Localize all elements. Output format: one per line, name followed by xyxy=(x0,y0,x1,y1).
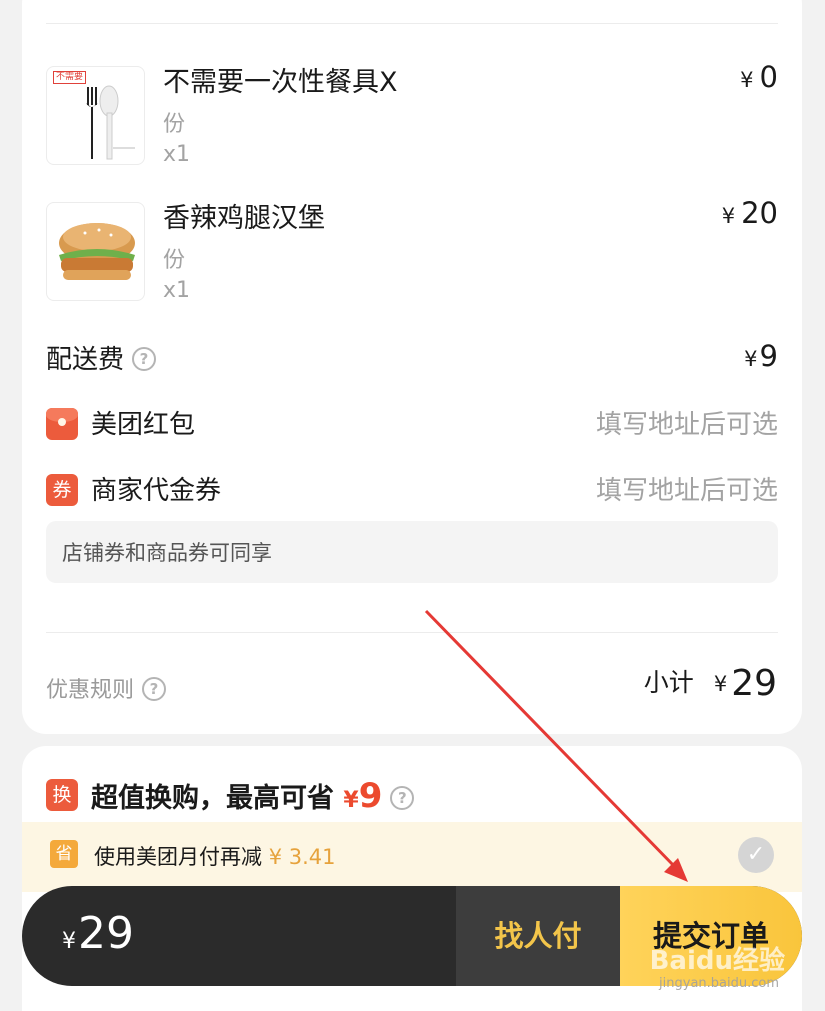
coupon-share-note: 店铺券和商品券可同享 xyxy=(46,521,778,583)
trade-up-title: 超值换购，最高可省 ¥9? xyxy=(91,776,415,816)
discount-rules-link[interactable]: 优惠规则? xyxy=(46,672,167,704)
red-packet-status: 填写地址后可选 xyxy=(595,410,778,440)
monthly-pay-option[interactable]: 省 使用美团月付再减 ¥ 3.41 ✓ xyxy=(22,822,802,892)
trade-up-icon: 换 xyxy=(46,779,78,811)
delivery-fee-row: 配送费? ¥9 xyxy=(46,339,778,379)
item-quantity: x1 xyxy=(163,142,191,167)
find-payer-button[interactable]: 找人付 xyxy=(456,886,620,986)
voucher-status: 填写地址后可选 xyxy=(595,476,778,506)
divider xyxy=(46,23,778,24)
voucher-icon: 券 xyxy=(46,474,78,506)
item-name: 香辣鸡腿汉堡 xyxy=(163,203,325,234)
item-quantity: x1 xyxy=(163,278,191,303)
check-icon[interactable]: ✓ xyxy=(738,837,774,873)
list-item[interactable]: 香辣鸡腿汉堡 份 x1 ¥20 xyxy=(46,196,778,303)
item-unit: 份 xyxy=(163,112,186,137)
voucher-label: 商家代金券 xyxy=(91,476,222,506)
item-unit: 份 xyxy=(163,248,186,273)
delivery-fee-value: ¥9 xyxy=(744,339,778,373)
red-packet-row[interactable]: 美团红包 填写地址后可选 xyxy=(46,404,778,444)
item-name: 不需要一次性餐具X xyxy=(163,67,398,98)
cutlery-thumbnail: 不需要 xyxy=(46,66,145,165)
burger-thumbnail xyxy=(46,202,145,301)
delivery-fee-label: 配送费? xyxy=(46,339,157,376)
monthly-pay-text: 使用美团月付再减 ¥ 3.41 xyxy=(94,845,336,869)
subtotal-label: 小计 xyxy=(643,668,694,697)
item-price: ¥0 xyxy=(740,60,778,94)
order-total: ¥29 xyxy=(62,908,134,959)
burger-icon xyxy=(59,223,135,280)
help-icon[interactable]: ? xyxy=(390,785,415,810)
help-icon: ? xyxy=(142,677,167,701)
watermark-url: jingyan.baidu.com xyxy=(659,976,779,991)
red-packet-label: 美团红包 xyxy=(91,410,196,440)
list-item[interactable]: 不需要 不需要一次性餐具X 份 x1 ¥0 xyxy=(46,60,778,167)
no-cutlery-tag: 不需要 xyxy=(53,71,87,84)
watermark-logo: Baidu经验 xyxy=(649,946,785,976)
coupon-share-text: 店铺券和商品券可同享 xyxy=(62,541,272,565)
subtotal: 小计 ¥29 xyxy=(643,663,777,704)
red-packet-icon xyxy=(46,408,78,440)
trade-up-header[interactable]: 换 超值换购，最高可省 ¥9? xyxy=(46,776,766,816)
voucher-row[interactable]: 券 商家代金券 填写地址后可选 xyxy=(46,470,778,510)
item-price: ¥20 xyxy=(721,196,778,230)
subtotal-value: 29 xyxy=(731,663,777,704)
divider xyxy=(46,632,778,633)
help-icon[interactable]: ? xyxy=(132,346,157,371)
save-icon: 省 xyxy=(50,840,78,868)
